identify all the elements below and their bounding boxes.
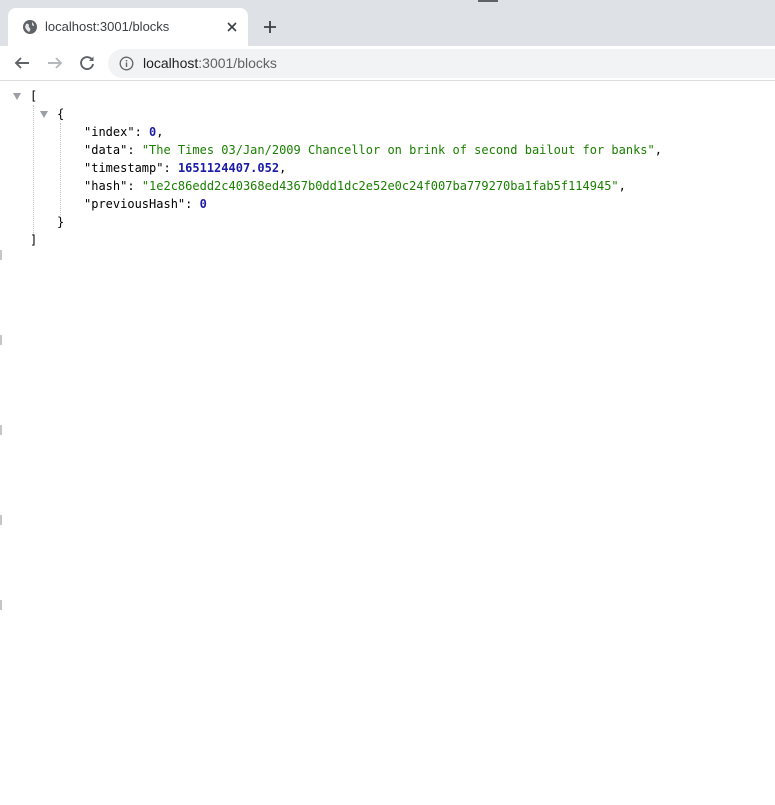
json-entry-data: "data": "The Times 03/Jan/2009 Chancello… xyxy=(84,143,662,157)
object-open-brace: { xyxy=(57,107,65,121)
info-icon[interactable] xyxy=(119,56,134,71)
browser-tab[interactable]: localhost:3001/blocks xyxy=(8,8,248,46)
collapse-array-toggle[interactable] xyxy=(13,93,21,100)
array-close-bracket: ] xyxy=(30,233,38,247)
tab-strip: localhost:3001/blocks xyxy=(0,0,775,46)
window-edge-tick xyxy=(0,335,2,345)
reload-icon[interactable] xyxy=(78,54,96,72)
url-path: :3001/blocks xyxy=(198,55,277,71)
address-bar[interactable]: localhost:3001/blocks xyxy=(108,49,775,78)
window-edge-tick xyxy=(0,425,2,435)
object-close-brace: } xyxy=(57,215,65,229)
close-tab-icon[interactable] xyxy=(224,19,240,35)
collapse-object-toggle[interactable] xyxy=(40,111,48,118)
globe-icon xyxy=(23,20,37,34)
window-edge-tick xyxy=(0,515,2,525)
array-open-bracket: [ xyxy=(30,89,38,103)
json-entry-hash: "hash": "1e2c86edd2c40368ed4367b0dd1dc2e… xyxy=(84,179,626,193)
url-host: localhost xyxy=(143,55,199,71)
array-indent-guide xyxy=(33,105,34,235)
url-text[interactable]: localhost:3001/blocks xyxy=(143,55,277,72)
new-tab-icon[interactable] xyxy=(261,18,279,36)
json-entry-previous-hash: "previousHash": 0 xyxy=(84,197,207,211)
object-indent-guide xyxy=(60,123,61,215)
browser-toolbar: localhost:3001/blocks xyxy=(0,46,775,81)
window-edge-tick xyxy=(0,600,2,610)
json-entry-index: "index": 0, xyxy=(84,125,164,139)
tab-title: localhost:3001/blocks xyxy=(45,19,170,34)
window-edge-marker xyxy=(478,0,498,2)
json-entry-timestamp: "timestamp": 1651124407.052, xyxy=(84,161,287,175)
window-edge-tick xyxy=(0,250,2,260)
back-arrow-icon[interactable] xyxy=(13,54,31,72)
json-viewer: [ { "index": 0, "data": "The Times 03/Ja… xyxy=(0,82,775,805)
forward-arrow-icon[interactable] xyxy=(46,54,64,72)
